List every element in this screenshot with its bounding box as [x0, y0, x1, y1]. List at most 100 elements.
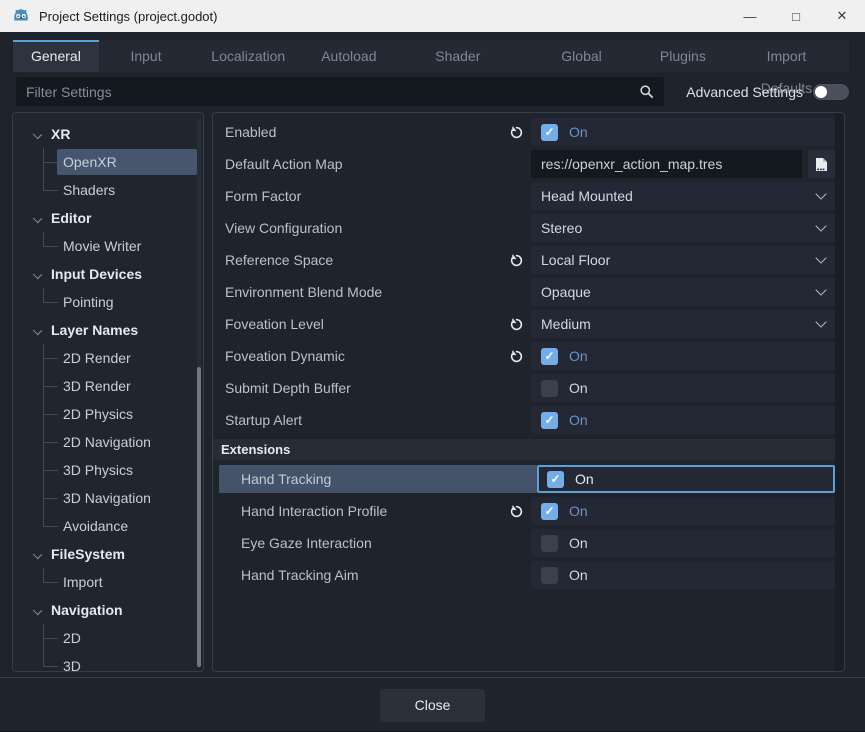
view-configuration-dropdown[interactable]: Stereo	[531, 214, 835, 242]
chevron-down-icon[interactable]	[33, 270, 42, 279]
checkbox-enabled[interactable]: ✓	[541, 124, 558, 141]
tab-localization[interactable]: Localization	[193, 40, 303, 72]
tree-item-shaders[interactable]: Shaders	[13, 176, 203, 204]
checkbox-hand-tracking-aim[interactable]	[541, 567, 558, 584]
setting-row-hand-tracking: Hand Tracking ✓ On	[213, 463, 835, 495]
checkbox-hand-interaction-profile[interactable]: ✓	[541, 503, 558, 520]
tree-item-2d-render[interactable]: 2D Render	[13, 344, 203, 372]
tab-shader-globals[interactable]: Shader Globals	[395, 40, 522, 72]
advanced-settings-group: Advanced Settings	[686, 84, 849, 100]
setting-row-foveation-level: Foveation Level Medium	[213, 308, 835, 340]
search-input[interactable]	[26, 84, 639, 100]
search-icon	[639, 84, 654, 99]
tree-section-navigation[interactable]: Navigation	[13, 596, 203, 624]
filter-row: Advanced Settings	[16, 77, 849, 106]
settings-category-tree: XR OpenXR Shaders Editor Movie Writer In…	[12, 112, 204, 672]
checkbox-state-label: On	[569, 124, 588, 140]
tab-import-defaults[interactable]: Import Defaults	[724, 40, 849, 72]
checkbox-eye-gaze-interaction[interactable]	[541, 535, 558, 552]
checkbox-state-label: On	[569, 567, 588, 583]
tree-item-navigation-3d[interactable]: 3D	[13, 652, 203, 672]
footer: Close	[0, 678, 865, 732]
tree-section-xr[interactable]: XR	[13, 120, 203, 148]
setting-label: Hand Interaction Profile	[241, 503, 387, 519]
setting-label: Foveation Level	[225, 316, 324, 332]
revert-icon[interactable]	[509, 504, 524, 519]
chevron-down-icon[interactable]	[33, 326, 42, 335]
tab-general[interactable]: General	[13, 40, 99, 72]
setting-row-view-configuration: View Configuration Stereo	[213, 212, 835, 244]
filter-settings-search[interactable]	[16, 77, 664, 106]
tree-section-input-devices[interactable]: Input Devices	[13, 260, 203, 288]
setting-row-hand-tracking-aim: Hand Tracking Aim On	[213, 559, 835, 591]
tree-section-layer-names[interactable]: Layer Names	[13, 316, 203, 344]
tab-autoload[interactable]: Autoload	[303, 40, 394, 72]
file-dialog-button[interactable]	[808, 150, 835, 178]
tree-item-openxr[interactable]: OpenXR	[13, 148, 203, 176]
chevron-down-icon	[815, 220, 826, 231]
setting-label: Startup Alert	[225, 412, 302, 428]
tree-item-import[interactable]: Import	[13, 568, 203, 596]
setting-row-reference-space: Reference Space Local Floor	[213, 244, 835, 276]
tree-item-movie-writer[interactable]: Movie Writer	[13, 232, 203, 260]
setting-label: Enabled	[225, 124, 276, 140]
close-window-button[interactable]: ✕	[819, 0, 865, 32]
setting-row-submit-depth-buffer: Submit Depth Buffer On	[213, 372, 835, 404]
setting-row-startup-alert: Startup Alert ✓ On	[213, 404, 835, 436]
chevron-down-icon[interactable]	[33, 606, 42, 615]
setting-row-foveation-dynamic: Foveation Dynamic ✓ On	[213, 340, 835, 372]
tree-item-3d-physics[interactable]: 3D Physics	[13, 456, 203, 484]
chevron-down-icon[interactable]	[33, 130, 42, 139]
chevron-down-icon[interactable]	[33, 214, 42, 223]
sidebar-scrollbar[interactable]	[197, 119, 201, 665]
tree-item-2d-navigation[interactable]: 2D Navigation	[13, 428, 203, 456]
setting-row-enabled: Enabled ✓ On	[213, 116, 835, 148]
revert-icon[interactable]	[509, 253, 524, 268]
reference-space-dropdown[interactable]: Local Floor	[531, 246, 835, 274]
file-icon	[815, 157, 828, 172]
tab-plugins[interactable]: Plugins	[642, 40, 724, 72]
tree-section-filesystem[interactable]: FileSystem	[13, 540, 203, 568]
tree-item-avoidance[interactable]: Avoidance	[13, 512, 203, 540]
maximize-button[interactable]: □	[773, 0, 819, 32]
minimize-button[interactable]: —	[727, 0, 773, 32]
revert-icon[interactable]	[509, 349, 524, 364]
title-bar: Project Settings (project.godot) — □ ✕	[0, 0, 865, 32]
chevron-down-icon[interactable]	[33, 550, 42, 559]
chevron-down-icon	[815, 316, 826, 327]
tree-item-3d-render[interactable]: 3D Render	[13, 372, 203, 400]
revert-icon[interactable]	[509, 125, 524, 140]
tree-item-2d-physics[interactable]: 2D Physics	[13, 400, 203, 428]
tree-item-pointing[interactable]: Pointing	[13, 288, 203, 316]
close-button[interactable]: Close	[380, 689, 485, 722]
setting-row-default-action-map: Default Action Map res://openxr_action_m…	[213, 148, 835, 180]
revert-icon[interactable]	[509, 317, 524, 332]
form-factor-dropdown[interactable]: Head Mounted	[531, 182, 835, 210]
tree-item-navigation-2d[interactable]: 2D	[13, 624, 203, 652]
advanced-settings-toggle[interactable]	[813, 84, 849, 100]
foveation-level-dropdown[interactable]: Medium	[531, 310, 835, 338]
chevron-down-icon	[815, 188, 826, 199]
extensions-section-header: Extensions	[213, 439, 835, 460]
tree-item-3d-navigation[interactable]: 3D Navigation	[13, 484, 203, 512]
checkbox-state-label: On	[569, 412, 588, 428]
toggle-knob	[815, 86, 827, 98]
checkbox-state-label: On	[575, 471, 594, 487]
openxr-settings-panel: Enabled ✓ On Default Action Map res://op…	[212, 112, 845, 672]
setting-row-eye-gaze-interaction: Eye Gaze Interaction On	[213, 527, 835, 559]
action-map-path-field[interactable]: res://openxr_action_map.tres	[531, 150, 802, 178]
scrollbar-thumb[interactable]	[197, 367, 201, 667]
main-panel-scrollbar[interactable]	[835, 113, 844, 671]
checkbox-startup-alert[interactable]: ✓	[541, 412, 558, 429]
checkbox-hand-tracking[interactable]: ✓	[547, 471, 564, 488]
tree-section-editor[interactable]: Editor	[13, 204, 203, 232]
checkbox-state-label: On	[569, 535, 588, 551]
setting-row-hand-interaction-profile: Hand Interaction Profile ✓ On	[213, 495, 835, 527]
checkbox-state-label: On	[569, 503, 588, 519]
tab-input-map[interactable]: Input Map	[99, 40, 193, 72]
setting-label: Hand Tracking	[241, 471, 331, 487]
environment-blend-mode-dropdown[interactable]: Opaque	[531, 278, 835, 306]
checkbox-foveation-dynamic[interactable]: ✓	[541, 348, 558, 365]
checkbox-submit-depth-buffer[interactable]	[541, 380, 558, 397]
tab-global-groups[interactable]: Global Groups	[521, 40, 642, 72]
